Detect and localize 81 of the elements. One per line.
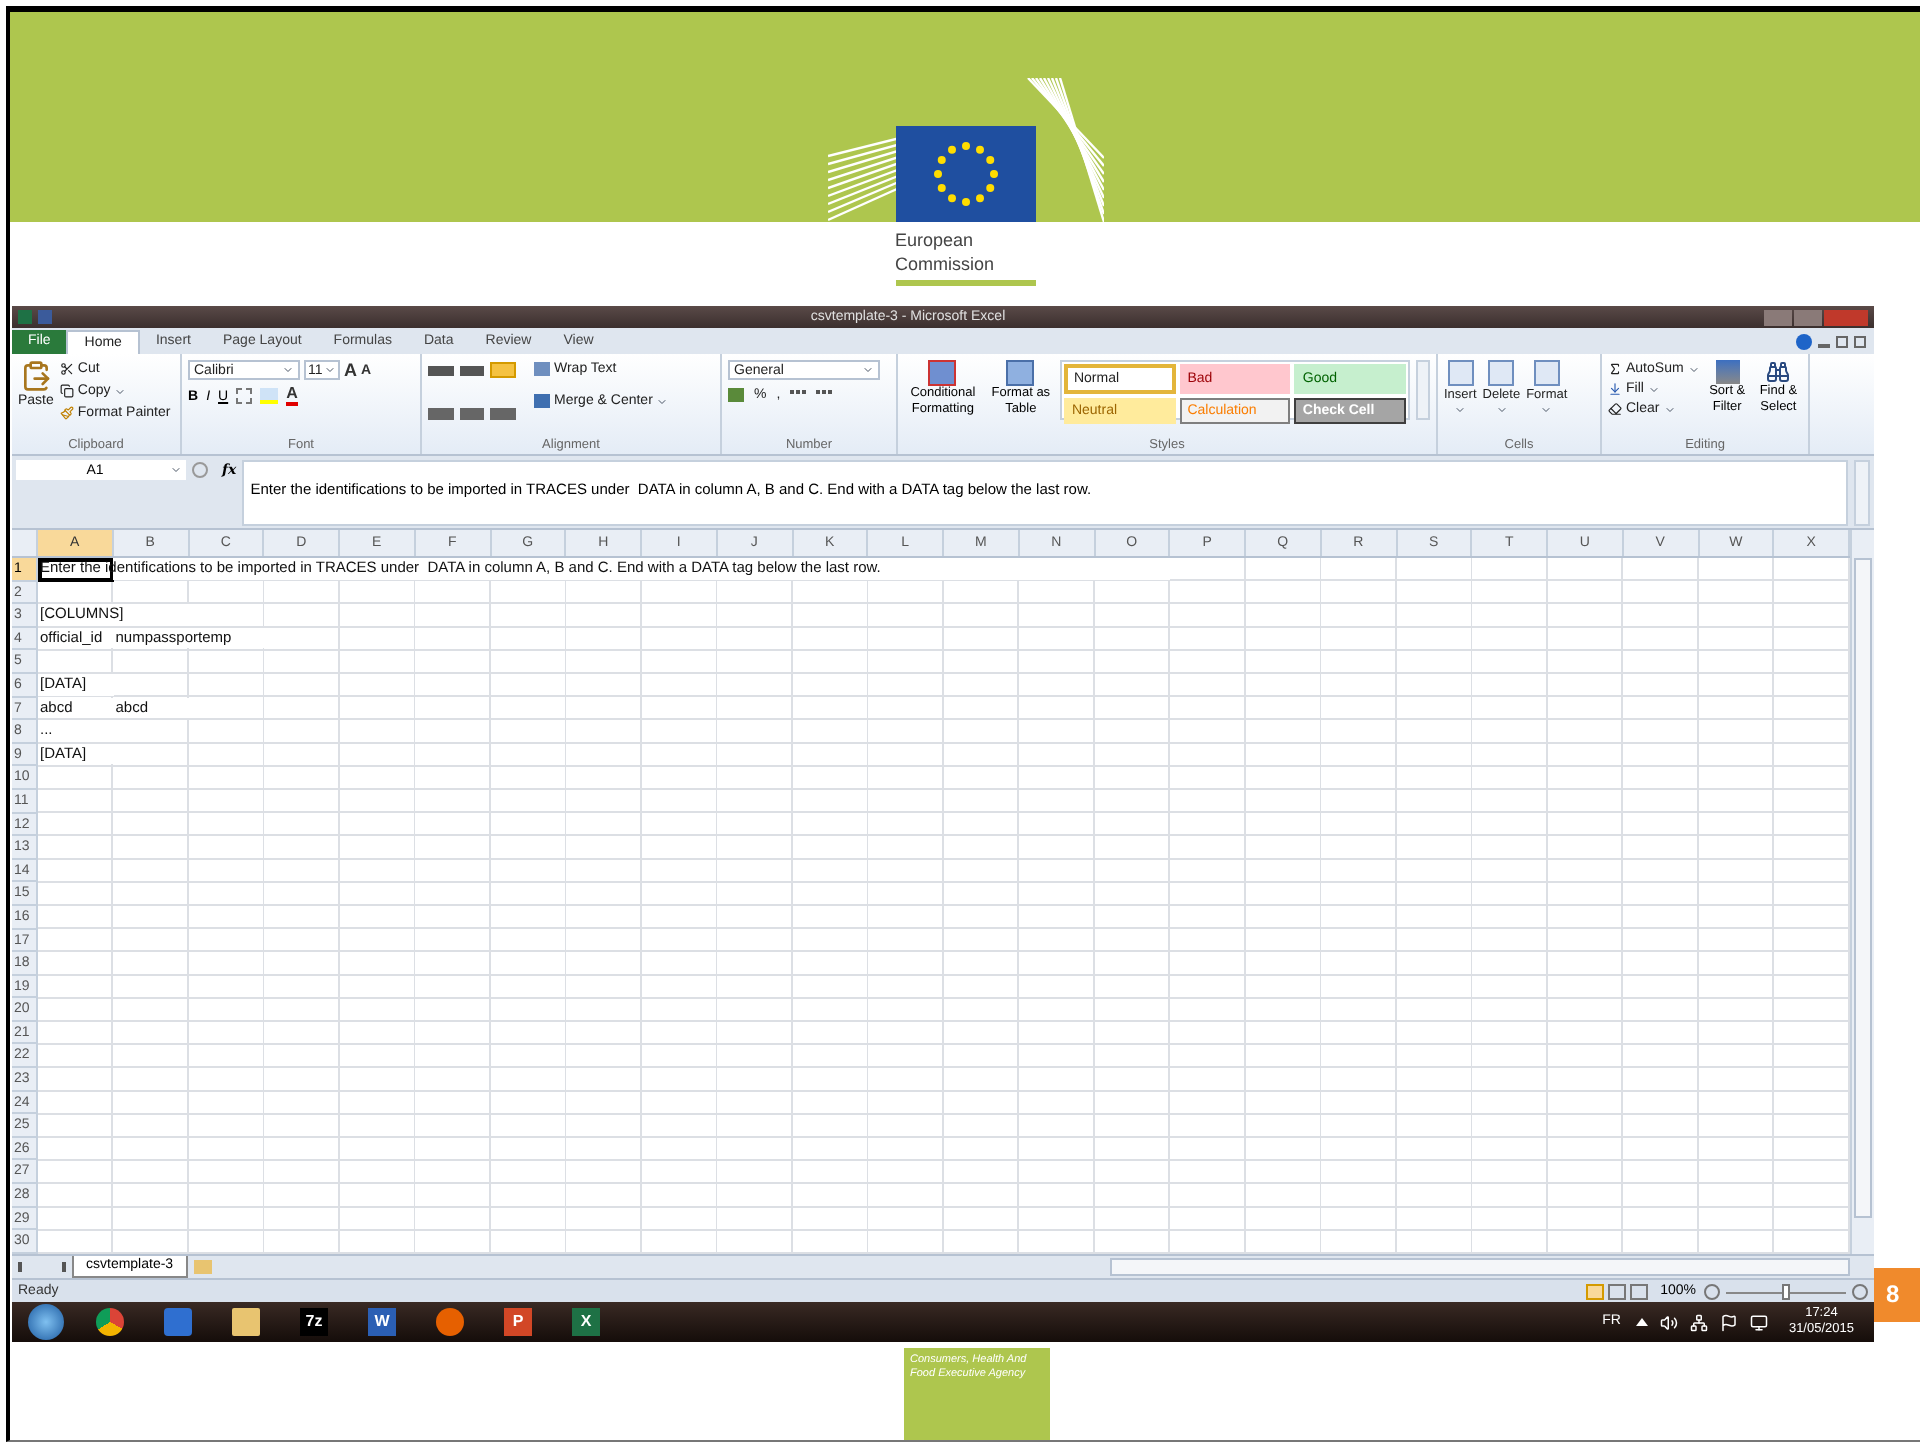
page-number: 8 [1874,1268,1920,1322]
media-icon [164,1308,192,1336]
clipboard-icon [19,360,52,392]
cells-icon [1488,360,1515,386]
gallery-scrollbar [1416,360,1430,420]
caret-icon [656,395,669,407]
align-icon [490,408,516,420]
binoculars-icon [1766,360,1791,384]
cancel-icon [192,462,208,478]
caret-icon [282,364,294,376]
taskbar-app[interactable]: W [348,1303,416,1341]
network-icon [1690,1313,1709,1331]
wrap-text-icon [534,362,550,376]
close-icon [1854,336,1866,348]
restore-icon [1836,336,1848,348]
excel-icon: X [572,1308,600,1336]
excel-icon [18,310,32,324]
folder-icon [232,1308,260,1336]
copy-icon [59,384,74,398]
caret-icon [862,364,874,376]
eraser-icon [1608,402,1622,416]
currency-icon [728,388,744,402]
scissors-icon [59,362,74,376]
align-icon [428,366,454,376]
page-break-button[interactable] [1630,1283,1649,1299]
caret-icon [170,464,182,476]
align-icon [490,362,516,378]
caret-icon [1454,404,1467,416]
speaker-icon [1660,1313,1679,1331]
minimize-icon [1818,344,1830,348]
cells-icon [1447,360,1474,386]
border-icon [236,388,253,404]
sort-icon [1715,360,1740,384]
logo-text: Commission [895,252,997,276]
taskbar-app[interactable]: X [552,1303,620,1341]
save-icon [38,310,52,324]
fill-color-icon [260,388,279,404]
flag-icon [895,126,1035,222]
caret-icon [1687,363,1700,375]
caret-icon [1540,404,1553,416]
slider-thumb[interactable] [1782,1283,1790,1299]
minimize-button[interactable] [1764,309,1792,325]
maximize-button[interactable] [1794,309,1822,325]
word-icon: W [368,1308,396,1336]
caret-icon [114,385,127,397]
normal-view-button[interactable] [1586,1283,1605,1299]
sigma-icon [1608,362,1622,376]
taskbar-app[interactable]: P [484,1303,552,1341]
zoom-out-button[interactable] [1704,1283,1720,1299]
merge-icon [534,394,550,408]
fill-icon [1608,382,1622,396]
zoom-slider[interactable] [1726,1283,1846,1299]
start-button[interactable] [28,1304,64,1340]
grow-font-button[interactable]: A [344,361,357,379]
align-icon [459,366,485,376]
table-icon [928,360,957,386]
building-drawing [1023,78,1103,222]
show-hidden-icon [1636,1318,1649,1326]
caret-icon [324,364,336,376]
new-sheet-icon [193,1260,212,1274]
archive-icon: 7z [300,1308,328,1336]
logo-underline [895,280,1035,286]
formula-scrollbar [1854,460,1870,526]
caret-icon [1495,404,1508,416]
cells-icon [1533,360,1560,386]
sheet-nav-icon [18,1262,66,1272]
monitor-icon [1750,1313,1769,1331]
page-layout-button[interactable] [1608,1283,1627,1299]
align-icon [428,408,454,420]
flag-icon [1720,1313,1739,1331]
paintbrush-icon [59,406,74,420]
logo-text: European [895,228,976,252]
table-icon [1006,360,1035,386]
zoom-in-button[interactable] [1852,1283,1868,1299]
powerpoint-icon: P [504,1308,532,1336]
browser-icon [436,1308,464,1336]
browser-icon [96,1308,124,1336]
help-icon [1796,334,1812,350]
align-icon [459,408,485,420]
font-color-button[interactable]: A [286,386,298,406]
taskbar-app[interactable]: 7z [280,1303,348,1341]
